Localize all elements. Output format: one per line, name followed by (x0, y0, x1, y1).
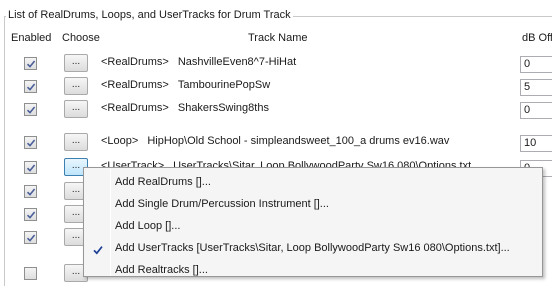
enabled-checkbox[interactable] (24, 57, 37, 70)
menu-item-add-realdrums[interactable]: Add RealDrums []... (85, 171, 541, 193)
choose-button[interactable]: ... (64, 133, 88, 151)
check-icon (26, 105, 35, 114)
track-type-tag: <RealDrums> (101, 102, 169, 114)
menu-item-add-single-drum[interactable]: Add Single Drum/Percussion Instrument []… (85, 193, 541, 215)
track-name-text: TambourinePopSw (177, 79, 271, 91)
menu-item-label: Add UserTracks [UserTracks\Sitar, Loop B… (115, 242, 510, 254)
enabled-checkbox[interactable] (24, 80, 37, 93)
header-enabled: Enabled (11, 32, 52, 44)
choose-button[interactable]: ... (64, 54, 88, 72)
db-offset-field[interactable]: 5 (520, 79, 552, 96)
track-name-text: ShakersSwing8ths (177, 102, 269, 114)
enabled-checkbox[interactable] (24, 161, 37, 174)
track-name: <RealDrums> NashvilleEven8^7-HiHat (101, 56, 296, 68)
check-icon (26, 187, 35, 196)
db-offset-field[interactable]: 10 (520, 135, 552, 152)
track-name: <Loop> HipHop\Old School - simpleandsweet… (101, 135, 449, 147)
menu-item-add-loop[interactable]: Add Loop []... (85, 215, 541, 237)
menu-item-label: Add Loop []... (115, 220, 181, 232)
choose-button[interactable]: ... (64, 100, 88, 118)
track-row: ... <RealDrums> TambourinePopSw 5 (0, 75, 552, 98)
track-row: ... <RealDrums> NashvilleEven8^7-HiHat 0 (0, 52, 552, 75)
menu-item-label: Add Single Drum/Percussion Instrument []… (115, 198, 329, 210)
header-track-name: Track Name (248, 32, 308, 44)
header-choose: Choose (62, 32, 100, 44)
enabled-checkbox[interactable] (24, 185, 37, 198)
check-icon (26, 210, 35, 219)
track-type-tag: <RealDrums> (101, 56, 169, 68)
group-title: List of RealDrums, Loops, and UserTracks… (6, 9, 293, 21)
track-name: <RealDrums> TambourinePopSw (101, 79, 270, 91)
track-row: ... <RealDrums> ShakersSwing8ths 0 (0, 98, 552, 121)
track-row: ... <Loop> HipHop\Old School - simpleands… (0, 131, 552, 154)
check-icon (26, 138, 35, 147)
check-icon (26, 233, 35, 242)
track-name-text: NashvilleEven8^7-HiHat (177, 56, 297, 68)
check-icon (26, 82, 35, 91)
add-track-context-menu: Add RealDrums []... Add Single Drum/Perc… (83, 167, 543, 277)
menu-item-add-usertracks[interactable]: Add UserTracks [UserTracks\Sitar, Loop B… (85, 237, 541, 259)
track-name: <RealDrums> ShakersSwing8ths (101, 102, 269, 114)
db-offset-field[interactable]: 0 (520, 56, 552, 73)
db-offset-field[interactable]: 0 (520, 102, 552, 119)
enabled-checkbox[interactable] (24, 231, 37, 244)
choose-button[interactable]: ... (64, 77, 88, 95)
menu-item-add-realtracks[interactable]: Add Realtracks []... (85, 259, 541, 281)
track-name-text: HipHop\Old School - simpleandsweet_100_a… (147, 135, 450, 147)
enabled-checkbox[interactable] (24, 103, 37, 116)
header-db-offset: dB Offs (522, 32, 552, 44)
check-icon (26, 163, 35, 172)
track-type-tag: <RealDrums> (101, 79, 169, 91)
check-icon (26, 59, 35, 68)
track-type-tag: <Loop> (101, 135, 139, 147)
enabled-checkbox[interactable] (24, 136, 37, 149)
menu-item-label: Add Realtracks []... (115, 264, 208, 276)
menu-item-label: Add RealDrums []... (115, 176, 211, 188)
enabled-checkbox[interactable] (24, 208, 37, 221)
